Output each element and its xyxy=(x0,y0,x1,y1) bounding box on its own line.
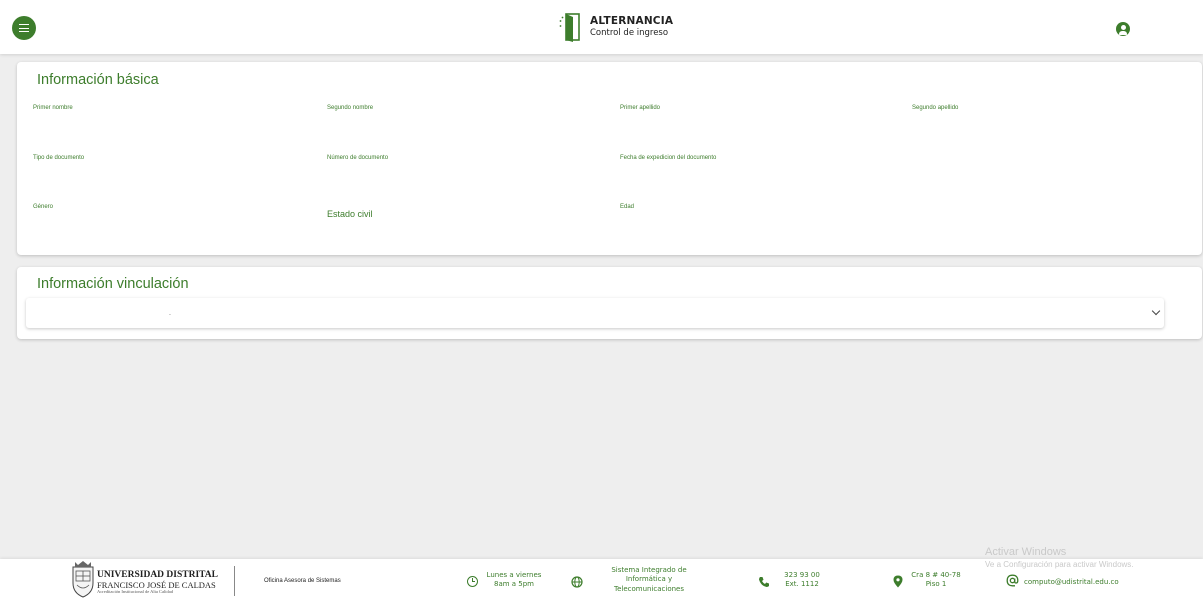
door-logo-icon xyxy=(559,13,580,42)
clock-icon xyxy=(467,576,478,587)
globe-icon xyxy=(571,576,583,588)
footer-phone: 323 93 00 Ext. 1112 xyxy=(784,571,820,589)
footer-email: computo@udistrital.edu.co xyxy=(1024,578,1119,586)
field-label-fecha-expedicion: Fecha de expedicion del documento xyxy=(620,155,717,161)
footer-system: Sistema Integrado de Informática y Telec… xyxy=(611,566,687,593)
chevron-down-icon[interactable] xyxy=(1151,306,1161,316)
university-seal-icon xyxy=(72,561,94,598)
location-pin-icon xyxy=(893,575,903,588)
brand: ALTERNANCIA Control de ingreso xyxy=(558,11,673,43)
brand-subtitle: Control de ingreso xyxy=(590,27,669,38)
field-label-genero: Género xyxy=(33,204,54,210)
vinculacion-expansion-panel[interactable]: . xyxy=(26,298,1164,328)
panel-header-text: . xyxy=(169,310,171,317)
vinculacion-card: Información vinculación . xyxy=(17,267,1202,339)
at-sign-icon xyxy=(1006,574,1019,587)
hamburger-icon xyxy=(19,24,29,32)
user-circle-icon[interactable] xyxy=(1116,22,1130,36)
footer: UNIVERSIDAD DISTRITAL FRANCISCO JOSÉ DE … xyxy=(0,559,1203,601)
field-label-segundo-nombre: Segundo nombre xyxy=(327,105,374,111)
brand-title: ALTERNANCIA xyxy=(590,15,674,28)
footer-hours: Lunes a viernes 8am a 5pm xyxy=(486,571,542,589)
field-label-estado-civil: Estado civil xyxy=(327,209,373,219)
field-label-edad: Edad xyxy=(620,204,635,210)
menu-button[interactable] xyxy=(12,16,36,40)
field-label-numero-documento: Número de documento xyxy=(327,155,389,161)
footer-address: Cra 8 # 40-78 Piso 1 xyxy=(911,571,961,589)
top-bar: ALTERNANCIA Control de ingreso xyxy=(0,0,1203,54)
phone-icon xyxy=(759,577,769,587)
basic-info-card: Información básica Primer nombre Segundo… xyxy=(17,62,1202,255)
basic-info-title: Información básica xyxy=(37,72,159,88)
field-label-primer-nombre: Primer nombre xyxy=(33,105,73,111)
university-name: UNIVERSIDAD DISTRITAL FRANCISCO JOSÉ DE … xyxy=(97,570,218,594)
vinculacion-title: Información vinculación xyxy=(37,276,189,292)
field-label-primer-apellido: Primer apellido xyxy=(620,105,661,111)
footer-divider xyxy=(234,566,235,596)
field-label-tipo-documento: Tipo de documento xyxy=(33,155,85,161)
footer-office: Oficina Asesora de Sistemas xyxy=(264,578,341,584)
field-label-segundo-apellido: Segundo apellido xyxy=(912,105,959,111)
